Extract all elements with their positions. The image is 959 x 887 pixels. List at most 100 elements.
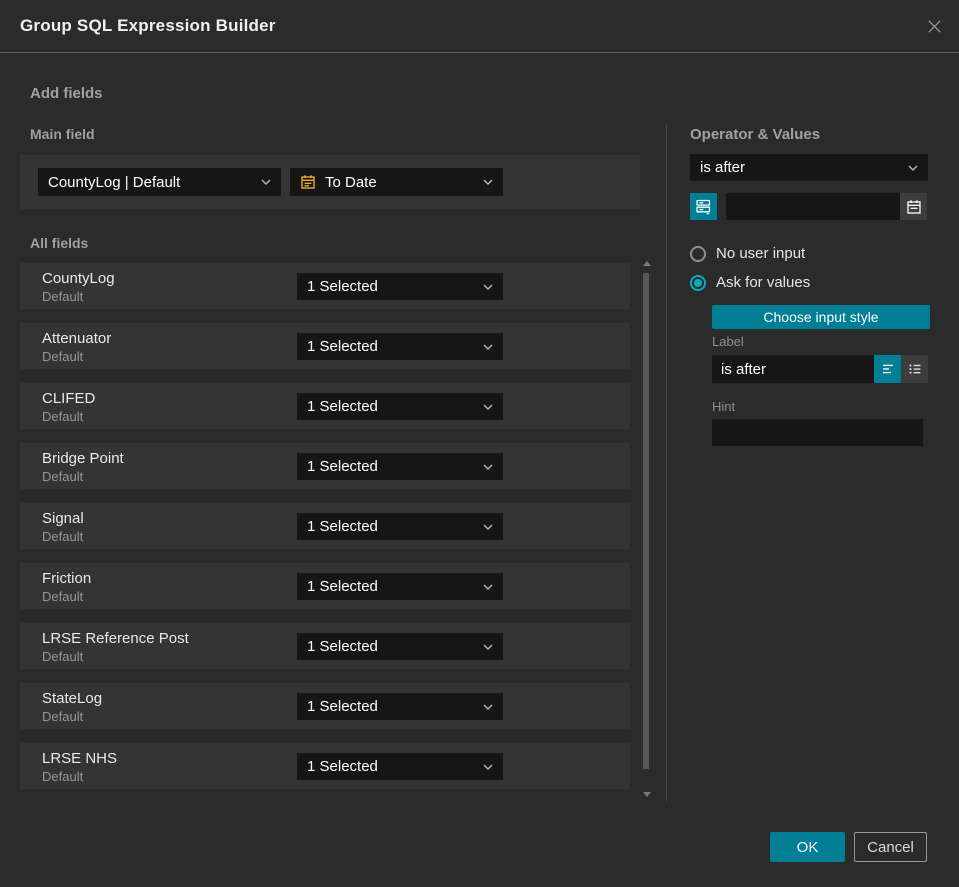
field-selection-value: 1 Selected <box>307 398 378 415</box>
radio-no-user-input[interactable]: No user input <box>690 245 805 262</box>
operator-select-value: is after <box>700 159 746 176</box>
field-row: Attenuator Default 1 Selected <box>20 323 630 369</box>
align-left-icon <box>882 364 893 374</box>
chevron-down-icon <box>483 644 493 650</box>
field-name: Bridge Point <box>42 450 124 467</box>
date-picker-button[interactable] <box>900 193 927 220</box>
chevron-down-icon <box>483 179 493 185</box>
radio-label: No user input <box>716 245 806 262</box>
field-selection-value: 1 Selected <box>307 518 378 535</box>
value-input[interactable] <box>726 193 900 220</box>
field-source: Default <box>42 529 84 544</box>
label-input[interactable] <box>712 355 874 383</box>
scroll-up-arrow-icon[interactable] <box>643 261 651 266</box>
bulleted-list-icon <box>909 364 920 374</box>
field-selection-value: 1 Selected <box>307 698 378 715</box>
field-source: Default <box>42 589 84 604</box>
field-row: LRSE NHS Default 1 Selected <box>20 743 630 789</box>
main-field-bar: CountyLog | Default To Date <box>20 155 640 209</box>
field-row: Signal Default 1 Selected <box>20 503 630 549</box>
field-selection-dropdown[interactable]: 1 Selected <box>297 573 503 600</box>
field-selection-dropdown[interactable]: 1 Selected <box>297 333 503 360</box>
operator-select[interactable]: is after <box>690 154 928 181</box>
hint-field-label: Hint <box>712 399 736 414</box>
main-field-select-value: CountyLog | Default <box>48 173 181 191</box>
field-selection-value: 1 Selected <box>307 338 378 355</box>
chevron-down-icon <box>908 165 918 171</box>
operator-values-heading: Operator & Values <box>690 126 821 143</box>
radio-ask-for-values[interactable]: Ask for values <box>690 274 810 291</box>
choose-input-style-button[interactable]: Choose input style <box>712 305 930 329</box>
field-selection-dropdown[interactable]: 1 Selected <box>297 513 503 540</box>
field-row: Bridge Point Default 1 Selected <box>20 443 630 489</box>
list-input-style-button[interactable] <box>901 355 928 383</box>
field-source: Default <box>42 349 84 364</box>
field-name: LRSE NHS <box>42 750 118 767</box>
chevron-down-icon <box>483 344 493 350</box>
radio-circle-icon <box>690 274 706 291</box>
dialog-title: Group SQL Expression Builder <box>20 16 276 35</box>
field-selection-dropdown[interactable]: 1 Selected <box>297 393 503 420</box>
scrollbar-thumb[interactable] <box>643 273 649 769</box>
panel-divider <box>666 125 667 801</box>
all-fields-label: All fields <box>30 235 89 251</box>
field-selection-dropdown[interactable]: 1 Selected <box>297 273 503 300</box>
chevron-down-icon <box>483 524 493 530</box>
field-row: StateLog Default 1 Selected <box>20 683 630 729</box>
chevron-down-icon <box>483 284 493 290</box>
field-row: CLIFED Default 1 Selected <box>20 383 630 429</box>
value-source-button[interactable] <box>690 193 717 220</box>
field-source: Default <box>42 469 84 484</box>
field-name: Friction <box>42 570 92 587</box>
calendar-icon <box>300 174 316 190</box>
operator-values-panel: Operator & Values is after No user input… <box>690 0 930 887</box>
label-field-label: Label <box>712 334 744 349</box>
field-selection-dropdown[interactable]: 1 Selected <box>297 753 503 780</box>
field-source: Default <box>42 769 84 784</box>
group-sql-expression-builder-dialog: Group SQL Expression Builder Add fields … <box>0 0 959 887</box>
field-row: Friction Default 1 Selected <box>20 563 630 609</box>
date-field-select[interactable]: To Date <box>290 168 503 196</box>
field-selection-dropdown[interactable]: 1 Selected <box>297 633 503 660</box>
field-source: Default <box>42 289 84 304</box>
field-row: CountyLog Default 1 Selected <box>20 263 630 309</box>
scroll-down-arrow-icon[interactable] <box>643 792 651 797</box>
add-fields-heading: Add fields <box>30 85 103 102</box>
field-selection-value: 1 Selected <box>307 638 378 655</box>
stacked-rows-icon <box>696 199 711 215</box>
field-selection-value: 1 Selected <box>307 578 378 595</box>
chevron-down-icon <box>483 704 493 710</box>
field-selection-value: 1 Selected <box>307 278 378 295</box>
date-field-select-value: To Date <box>325 173 377 191</box>
main-field-select[interactable]: CountyLog | Default <box>38 168 281 196</box>
radio-circle-icon <box>690 245 706 262</box>
main-field-label: Main field <box>30 126 95 142</box>
field-name: LRSE Reference Post <box>42 630 189 647</box>
hint-input[interactable] <box>712 419 923 446</box>
fields-list-scrollbar[interactable] <box>641 258 652 800</box>
chevron-down-icon <box>483 584 493 590</box>
field-selection-dropdown[interactable]: 1 Selected <box>297 453 503 480</box>
cancel-button[interactable]: Cancel <box>854 832 927 862</box>
single-input-style-button[interactable] <box>874 355 901 383</box>
field-name: Signal <box>42 510 84 527</box>
field-selection-value: 1 Selected <box>307 458 378 475</box>
radio-label: Ask for values <box>716 274 811 291</box>
calendar-icon <box>906 199 921 214</box>
field-row: LRSE Reference Post Default 1 Selected <box>20 623 630 669</box>
field-selection-value: 1 Selected <box>307 758 378 775</box>
field-selection-dropdown[interactable]: 1 Selected <box>297 693 503 720</box>
ok-button[interactable]: OK <box>770 832 845 862</box>
chevron-down-icon <box>483 764 493 770</box>
chevron-down-icon <box>261 179 271 185</box>
field-name: Attenuator <box>42 330 112 347</box>
field-source: Default <box>42 649 84 664</box>
field-name: StateLog <box>42 690 103 707</box>
all-fields-list: CountyLog Default 1 Selected Attenuator … <box>20 263 630 803</box>
field-name: CLIFED <box>42 390 96 407</box>
chevron-down-icon <box>483 464 493 470</box>
field-name: CountyLog <box>42 270 115 287</box>
chevron-down-icon <box>483 404 493 410</box>
field-source: Default <box>42 409 84 424</box>
field-source: Default <box>42 709 84 724</box>
